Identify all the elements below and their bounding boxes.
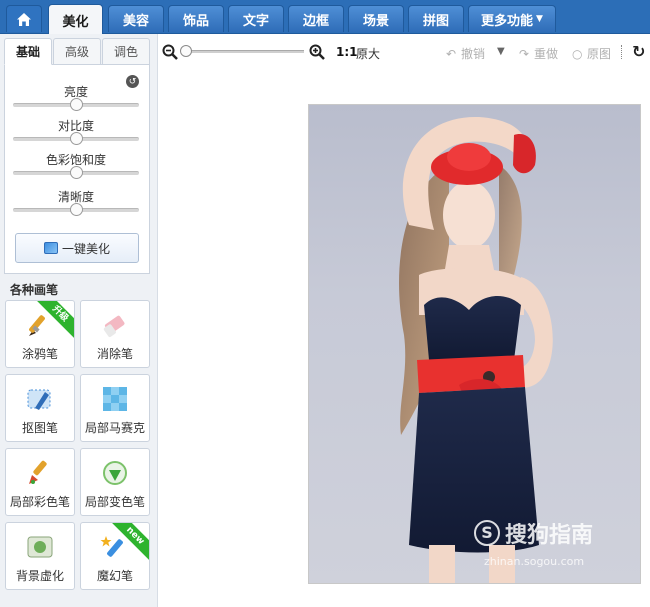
brush-label: 局部马赛克 xyxy=(84,421,145,435)
cutout-pen-icon xyxy=(27,389,51,410)
tab-border[interactable]: 边框 xyxy=(288,5,344,32)
brush-label: 涂鸦笔 xyxy=(21,347,58,361)
recolor-icon xyxy=(103,461,127,485)
zoom-in-icon[interactable] xyxy=(309,44,325,60)
editor-canvas: S 搜狗指南 zhinan.sogou.com xyxy=(158,70,650,607)
home-icon xyxy=(17,12,31,26)
slider-brightness: 亮度 xyxy=(13,85,139,111)
slider-knob[interactable] xyxy=(70,98,83,111)
sogou-logo-icon: S xyxy=(474,520,500,546)
tab-collage[interactable]: 拼图 xyxy=(408,5,464,32)
brush-label: 局部变色笔 xyxy=(84,495,145,509)
slider-sharpness: 清晰度 xyxy=(13,190,139,216)
rotate-icon[interactable]: ↻ xyxy=(632,42,645,61)
chevron-down-icon: ▼ xyxy=(536,14,543,24)
brush-mosaic[interactable]: 局部马赛克 xyxy=(80,374,150,442)
slider-knob[interactable] xyxy=(70,166,83,179)
redo-icon: ↷ xyxy=(519,46,530,61)
original-size-button[interactable]: 原大 xyxy=(356,45,380,62)
color-brush-icon xyxy=(29,460,47,484)
slider-track[interactable] xyxy=(13,203,139,216)
toolbar-divider xyxy=(621,45,622,59)
brush-partial-color[interactable]: 局部彩色笔 xyxy=(5,448,75,516)
brush-label: 消除笔 xyxy=(96,347,133,361)
top-navigation-bar: 美化 美容 饰品 文字 边框 场景 拼图 更多功能 ▼ xyxy=(0,0,650,35)
slider-track[interactable] xyxy=(13,98,139,111)
brush-label: 魔幻笔 xyxy=(96,569,133,583)
brush-label: 局部彩色笔 xyxy=(9,495,70,509)
eraser-icon xyxy=(103,315,125,337)
slider-knob[interactable] xyxy=(70,132,83,145)
photo-image[interactable]: S 搜狗指南 zhinan.sogou.com xyxy=(308,104,641,584)
view-toolbar: 1:1 原大 ↶ 撤销 ▼ ↷ 重做 ○ 原图 ↻ xyxy=(158,34,650,70)
tab-scene[interactable]: 场景 xyxy=(348,5,404,32)
tab-text[interactable]: 文字 xyxy=(228,5,284,32)
slider-saturation: 色彩饱和度 xyxy=(13,153,139,179)
compare-circle-icon: ○ xyxy=(572,46,583,61)
tab-beauty[interactable]: 美容 xyxy=(108,5,164,32)
brush-recolor[interactable]: 局部变色笔 xyxy=(80,448,150,516)
home-button[interactable] xyxy=(6,5,42,32)
brush-magic[interactable]: new 魔幻笔 xyxy=(80,522,150,590)
basic-adjust-box: ↺ 亮度 对比度 色彩饱和度 清晰度 一键美化 xyxy=(4,64,150,274)
undo-history-chevron-icon[interactable]: ▼ xyxy=(497,46,505,57)
brush-label: 抠图笔 xyxy=(21,421,58,435)
subtab-advanced[interactable]: 高级 xyxy=(53,38,101,65)
brush-eraser[interactable]: 消除笔 xyxy=(80,300,150,368)
zoom-slider-knob[interactable] xyxy=(180,45,192,57)
subtab-basic[interactable]: 基础 xyxy=(4,38,52,65)
tab-beautify[interactable]: 美化 xyxy=(48,4,103,35)
brush-background-blur[interactable]: 背景虚化 xyxy=(5,522,75,590)
original-image-button[interactable]: ○ 原图 xyxy=(572,45,611,62)
watermark: S 搜狗指南 xyxy=(474,517,593,549)
brush-label: 背景虚化 xyxy=(15,569,64,583)
undo-icon: ↶ xyxy=(446,46,457,61)
magic-wand-icon xyxy=(43,242,58,254)
tab-more-functions[interactable]: 更多功能 ▼ xyxy=(468,5,556,32)
slider-knob[interactable] xyxy=(70,203,83,216)
slider-track[interactable] xyxy=(13,132,139,145)
slider-contrast: 对比度 xyxy=(13,119,139,145)
zoom-slider-track[interactable] xyxy=(184,50,304,53)
watermark-url: zhinan.sogou.com xyxy=(484,555,585,568)
subtab-color[interactable]: 调色 xyxy=(102,38,150,65)
watermark-text: 搜狗指南 xyxy=(505,523,594,548)
zoom-out-icon[interactable] xyxy=(162,44,178,60)
brush-doodle[interactable]: 升级 涂鸦笔 xyxy=(5,300,75,368)
redo-button[interactable]: ↷ 重做 xyxy=(519,45,558,62)
mosaic-icon xyxy=(103,387,127,411)
tab-accessories[interactable]: 饰品 xyxy=(168,5,224,32)
brush-section-title: 各种画笔 xyxy=(10,283,59,297)
ratio-label[interactable]: 1:1 xyxy=(336,45,358,59)
left-adjust-panel: 基础 高级 调色 ↺ 亮度 对比度 色彩饱和度 清晰度 一键美化 各种画笔 升级… xyxy=(0,34,158,607)
slider-track[interactable] xyxy=(13,166,139,179)
auto-beautify-button[interactable]: 一键美化 xyxy=(15,233,139,263)
photo-illustration xyxy=(399,116,553,583)
undo-button[interactable]: ↶ 撤销 xyxy=(446,45,485,62)
blur-background-icon xyxy=(27,536,53,558)
brush-cutout[interactable]: 抠图笔 xyxy=(5,374,75,442)
